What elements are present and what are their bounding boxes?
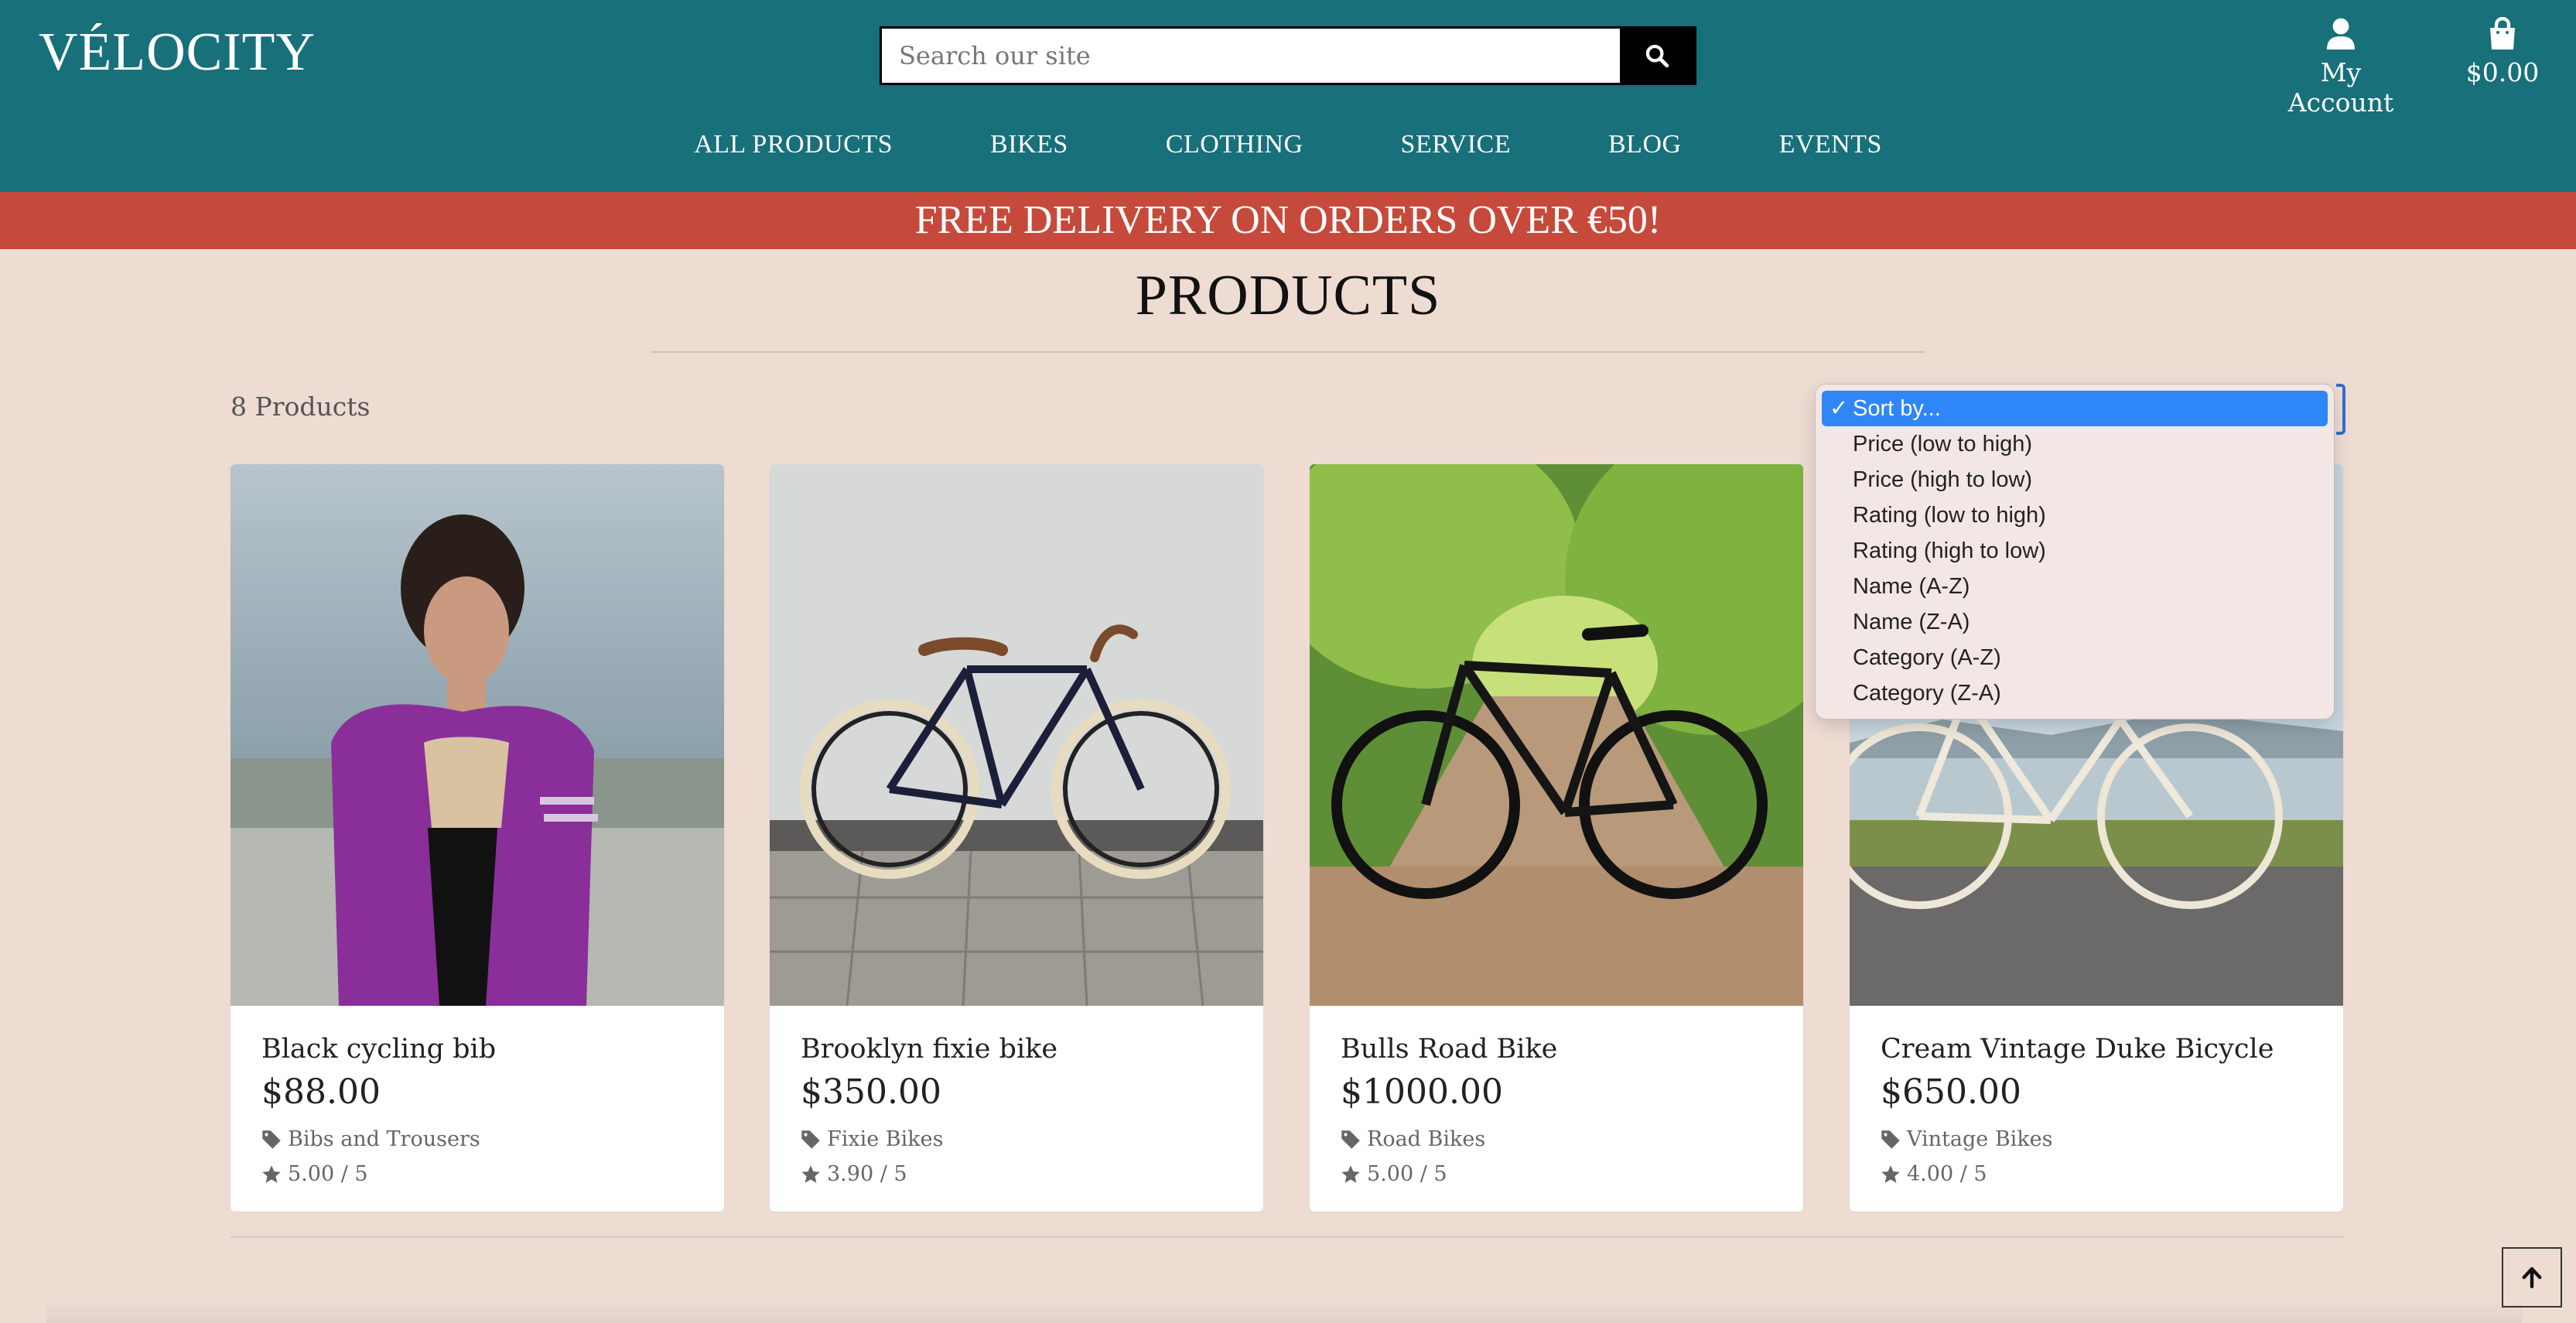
page-title: PRODUCTS bbox=[1135, 264, 1441, 327]
product-card[interactable]: Brooklyn fixie bike $350.00 Fixie Bikes … bbox=[770, 464, 1263, 1212]
product-rating: 3.90 / 5 bbox=[801, 1162, 1232, 1186]
product-name[interactable]: Black cycling bib bbox=[261, 1034, 693, 1065]
star-icon bbox=[262, 1164, 281, 1183]
product-category[interactable]: Road Bikes bbox=[1341, 1127, 1772, 1151]
product-name[interactable]: Brooklyn fixie bike bbox=[801, 1034, 1232, 1065]
category-label: Road Bikes bbox=[1367, 1127, 1486, 1151]
nav-service[interactable]: SERVICE bbox=[1401, 130, 1511, 167]
product-category[interactable]: Bibs and Trousers bbox=[261, 1127, 693, 1151]
product-count: 8 Products bbox=[231, 391, 371, 422]
search-icon bbox=[1645, 44, 1669, 68]
product-price: $650.00 bbox=[1881, 1072, 2021, 1112]
cart-link[interactable]: $0.00 bbox=[2460, 16, 2545, 87]
sort-dropdown-menu: ✓ Sort by... Price (low to high) Price (… bbox=[1815, 384, 2335, 720]
user-icon bbox=[2327, 18, 2355, 50]
footer-shadow bbox=[46, 1300, 2522, 1323]
sort-option-name-asc[interactable]: Name (A-Z) bbox=[1816, 569, 2334, 604]
product-name[interactable]: Bulls Road Bike bbox=[1341, 1034, 1772, 1065]
product-category[interactable]: Fixie Bikes bbox=[801, 1127, 1232, 1151]
sort-select[interactable] bbox=[2336, 384, 2345, 435]
star-icon bbox=[1341, 1164, 1360, 1183]
product-image-fixie-bike[interactable] bbox=[770, 464, 1263, 1006]
main-nav: ALL PRODUCTS BIKES CLOTHING SERVICE BLOG… bbox=[0, 130, 2576, 167]
product-rating: 5.00 / 5 bbox=[261, 1162, 693, 1186]
product-price: $88.00 bbox=[261, 1072, 381, 1112]
back-to-top-button[interactable] bbox=[2502, 1247, 2562, 1308]
product-card[interactable]: Black cycling bib $88.00 Bibs and Trouse… bbox=[231, 464, 724, 1212]
nav-all-products[interactable]: ALL PRODUCTS bbox=[694, 130, 893, 167]
star-icon bbox=[1881, 1164, 1900, 1183]
brand-logo[interactable]: VÉLOCITY bbox=[39, 22, 316, 84]
rating-label: 5.00 / 5 bbox=[288, 1162, 368, 1186]
product-rating: 4.00 / 5 bbox=[1881, 1162, 2312, 1186]
sort-option-category-asc[interactable]: Category (A-Z) bbox=[1816, 640, 2334, 675]
sort-option-default[interactable]: ✓ Sort by... bbox=[1822, 391, 2328, 426]
shopping-bag-icon bbox=[2490, 16, 2515, 50]
product-image-road-bike[interactable] bbox=[1310, 464, 1803, 1006]
cart-total: $0.00 bbox=[2465, 57, 2540, 87]
category-label: Bibs and Trousers bbox=[288, 1127, 480, 1151]
star-icon bbox=[801, 1164, 820, 1183]
product-price: $1000.00 bbox=[1341, 1072, 1503, 1112]
section-divider bbox=[231, 1236, 2344, 1238]
checkmark-icon: ✓ bbox=[1830, 396, 1849, 421]
nav-bikes[interactable]: BIKES bbox=[990, 130, 1068, 167]
site-header: VÉLOCITY My Account $0.00 ALL PRODUCTS B… bbox=[0, 0, 2576, 192]
search-input[interactable] bbox=[882, 29, 1623, 83]
search-button[interactable] bbox=[1620, 29, 1694, 83]
account-label: My Account bbox=[2287, 57, 2394, 118]
tag-icon bbox=[262, 1130, 281, 1149]
rating-label: 4.00 / 5 bbox=[1907, 1162, 1987, 1186]
product-price: $350.00 bbox=[801, 1072, 941, 1112]
title-divider bbox=[651, 351, 1925, 353]
product-rating: 5.00 / 5 bbox=[1341, 1162, 1772, 1186]
product-card[interactable]: Bulls Road Bike $1000.00 Road Bikes 5.00… bbox=[1310, 464, 1803, 1212]
product-category[interactable]: Vintage Bikes bbox=[1881, 1127, 2312, 1151]
sort-option-category-desc[interactable]: Category (Z-A) bbox=[1816, 675, 2334, 711]
delivery-banner: FREE DELIVERY ON ORDERS OVER €50! bbox=[0, 192, 2576, 249]
rating-label: 3.90 / 5 bbox=[827, 1162, 907, 1186]
sort-option-price-desc[interactable]: Price (high to low) bbox=[1816, 462, 2334, 497]
my-account-link[interactable]: My Account bbox=[2271, 17, 2410, 118]
tag-icon bbox=[1341, 1130, 1360, 1149]
sort-option-rating-asc[interactable]: Rating (low to high) bbox=[1816, 497, 2334, 533]
product-image-cycling-jersey[interactable] bbox=[231, 464, 724, 1006]
sort-option-rating-desc[interactable]: Rating (high to low) bbox=[1816, 533, 2334, 569]
nav-clothing[interactable]: CLOTHING bbox=[1166, 130, 1303, 167]
nav-blog[interactable]: BLOG bbox=[1608, 130, 1682, 167]
tag-icon bbox=[801, 1130, 820, 1149]
tag-icon bbox=[1881, 1130, 1900, 1149]
sort-option-price-asc[interactable]: Price (low to high) bbox=[1816, 426, 2334, 462]
sort-option-name-desc[interactable]: Name (Z-A) bbox=[1816, 604, 2334, 640]
product-name[interactable]: Cream Vintage Duke Bicycle bbox=[1881, 1034, 2312, 1065]
category-label: Vintage Bikes bbox=[1907, 1127, 2053, 1151]
search-form bbox=[880, 26, 1696, 85]
arrow-up-icon bbox=[2522, 1267, 2542, 1289]
rating-label: 5.00 / 5 bbox=[1367, 1162, 1447, 1186]
category-label: Fixie Bikes bbox=[827, 1127, 944, 1151]
nav-events[interactable]: EVENTS bbox=[1779, 130, 1882, 167]
